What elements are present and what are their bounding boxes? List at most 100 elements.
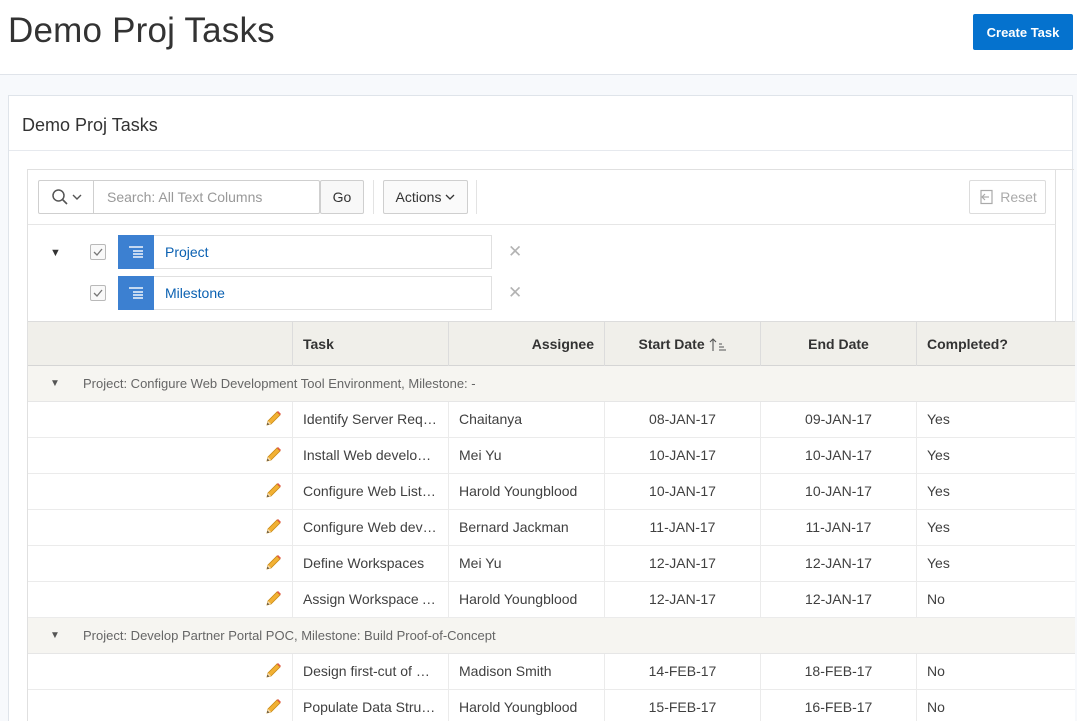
cell-start-date: 12-JAN-17 [604, 546, 760, 581]
edit-cell [28, 546, 292, 581]
control-checkbox[interactable] [90, 285, 106, 301]
cell-end-date: 18-FEB-17 [760, 654, 916, 689]
toolbar-divider [476, 180, 477, 214]
cell-assignee: Harold Youngblood [448, 474, 604, 509]
cell-assignee: Harold Youngblood [448, 582, 604, 617]
cell-task: Assign Workspace Ad... [292, 582, 448, 617]
cell-start-date: 10-JAN-17 [604, 474, 760, 509]
cell-completed: Yes [916, 438, 1075, 473]
checkmark-icon [93, 289, 103, 297]
reset-icon [980, 189, 993, 205]
cell-end-date: 11-JAN-17 [760, 510, 916, 545]
tasks-region: Demo Proj Tasks Go Actions [8, 95, 1075, 721]
edit-pencil-icon[interactable] [264, 518, 282, 536]
cell-start-date: 10-JAN-17 [604, 438, 760, 473]
reset-label: Reset [1000, 189, 1037, 205]
table-row: Define Workspaces Mei Yu 12-JAN-17 12-JAN-1… [28, 546, 1075, 582]
cell-assignee: Madison Smith [448, 654, 604, 689]
collapse-controls-toggle[interactable]: ▼ [50, 247, 61, 259]
edit-pencil-icon[interactable] [264, 446, 282, 464]
control-break-icon [118, 276, 154, 310]
report-grid: Task Assignee Start Date End Date Comple… [28, 321, 1075, 721]
group-label: Project: Configure Web Development Tool … [83, 376, 476, 391]
page-header: Demo Proj Tasks Create Task [0, 0, 1077, 75]
sort-ascending-icon [709, 338, 726, 352]
cell-end-date: 10-JAN-17 [760, 474, 916, 509]
cell-completed: No [916, 582, 1075, 617]
cell-task: Configure Web Listen... [292, 474, 448, 509]
interactive-report: Go Actions Reset ▼ [27, 169, 1075, 721]
search-input[interactable] [95, 181, 319, 213]
search-field [38, 180, 320, 214]
cell-end-date: 12-JAN-17 [760, 582, 916, 617]
table-row: Assign Workspace Ad... Harold Youngblood 1… [28, 582, 1075, 618]
cell-start-date: 14-FEB-17 [604, 654, 760, 689]
table-row: Design first-cut of ma... Madison Smith 14… [28, 654, 1075, 690]
region-title: Demo Proj Tasks [22, 115, 158, 135]
control-label[interactable]: Milestone [154, 276, 492, 310]
table-row: Configure Web devel... Bernard Jackman 11-… [28, 510, 1075, 546]
table-row: Populate Data Structu... Harold Youngbloo… [28, 690, 1075, 721]
edit-cell [28, 402, 292, 437]
cell-task: Install Web developm... [292, 438, 448, 473]
start-date-label: Start Date [638, 336, 705, 352]
cell-task: Design first-cut of ma... [292, 654, 448, 689]
toolbar-divider [373, 180, 374, 214]
cell-completed: Yes [916, 510, 1075, 545]
cell-end-date: 12-JAN-17 [760, 546, 916, 581]
search-column-selector[interactable] [39, 181, 94, 213]
column-header-assignee[interactable]: Assignee [448, 322, 604, 366]
edit-cell [28, 510, 292, 545]
control-checkbox[interactable] [90, 244, 106, 260]
table-row: Install Web developm... Mei Yu 10-JAN-17 10… [28, 438, 1075, 474]
edit-cell [28, 690, 292, 721]
edit-pencil-icon[interactable] [264, 590, 282, 608]
edit-cell [28, 474, 292, 509]
table-row: Identify Server Requir... Chaitanya 08-JAN… [28, 402, 1075, 438]
cell-task: Populate Data Structu... [292, 690, 448, 721]
edit-pencil-icon[interactable] [264, 662, 282, 680]
search-icon [51, 189, 68, 205]
page-title: Demo Proj Tasks [8, 11, 275, 50]
column-header-completed[interactable]: Completed? [916, 322, 1075, 366]
actions-label: Actions [395, 189, 442, 205]
cell-end-date: 16-FEB-17 [760, 690, 916, 721]
cell-start-date: 08-JAN-17 [604, 402, 760, 437]
chevron-down-icon [445, 194, 455, 200]
group-header-row[interactable]: ▼ Project: Develop Partner Portal POC, Mi… [28, 618, 1075, 654]
report-toolbar: Go Actions Reset [28, 170, 1056, 225]
control-label[interactable]: Project [154, 235, 492, 269]
go-button[interactable]: Go [320, 180, 364, 214]
actions-menu-button[interactable]: Actions [383, 180, 468, 214]
remove-control-icon[interactable]: ✕ [508, 283, 522, 303]
cell-assignee: Chaitanya [448, 402, 604, 437]
remove-control-icon[interactable]: ✕ [508, 242, 522, 262]
cell-completed: Yes [916, 474, 1075, 509]
edit-pencil-icon[interactable] [264, 482, 282, 500]
create-task-button[interactable]: Create Task [973, 14, 1073, 50]
column-header-end-date[interactable]: End Date [760, 322, 916, 366]
edit-cell [28, 438, 292, 473]
group-label: Project: Develop Partner Portal POC, Mil… [83, 628, 496, 643]
group-collapse-icon[interactable]: ▼ [50, 618, 60, 654]
cell-completed: Yes [916, 402, 1075, 437]
region-divider [9, 150, 1072, 151]
cell-task: Identify Server Requir... [292, 402, 448, 437]
cell-end-date: 09-JAN-17 [760, 402, 916, 437]
control-break-icon [118, 235, 154, 269]
cell-start-date: 12-JAN-17 [604, 582, 760, 617]
control-break-lines-icon [129, 287, 143, 299]
cell-start-date: 15-FEB-17 [604, 690, 760, 721]
edit-pencil-icon[interactable] [264, 554, 282, 572]
reset-button[interactable]: Reset [969, 180, 1046, 214]
column-header-start-date[interactable]: Start Date [604, 322, 760, 366]
chevron-down-icon [72, 194, 81, 200]
checkmark-icon [93, 248, 103, 256]
cell-assignee: Harold Youngblood [448, 690, 604, 721]
cell-completed: No [916, 690, 1075, 721]
group-collapse-icon[interactable]: ▼ [50, 366, 60, 402]
column-header-task[interactable]: Task [292, 322, 448, 366]
edit-pencil-icon[interactable] [264, 410, 282, 428]
edit-pencil-icon[interactable] [264, 698, 282, 716]
group-header-row[interactable]: ▼ Project: Configure Web Development Tool… [28, 366, 1075, 402]
